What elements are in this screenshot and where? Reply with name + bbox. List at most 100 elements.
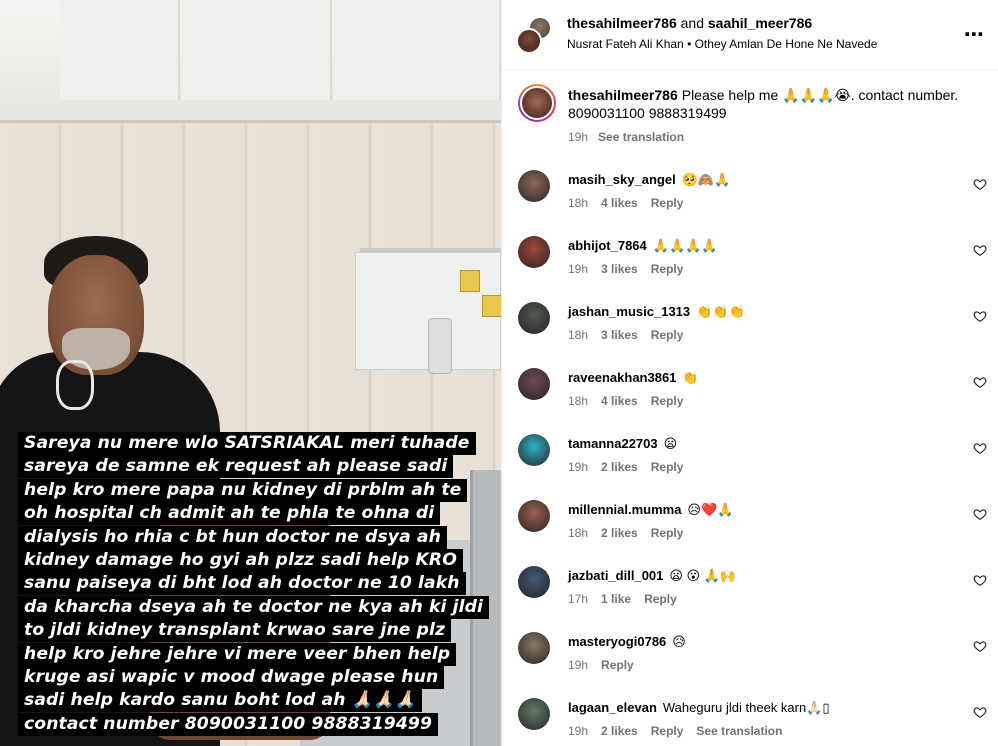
comment-timestamp: 19h: [568, 262, 589, 276]
comment-text: 😥❤️🙏: [687, 502, 734, 517]
more-options-icon[interactable]: ⋯: [964, 22, 985, 47]
comment-row: jazbati_dill_001 😦 😮 🙏🙌 17h 1 like Reply: [502, 564, 998, 630]
neck-tube: [56, 360, 94, 410]
heart-icon[interactable]: [973, 243, 987, 257]
caption-line: Sareya nu mere wlo SATSRIAKAL meri tuhad…: [18, 432, 476, 455]
comment-likes[interactable]: 2 likes: [601, 460, 638, 474]
caption-line: kidney damage ho gyi ah plzz sadi help K…: [18, 548, 463, 572]
comment-username[interactable]: masteryogi0786: [568, 634, 666, 649]
timestamp: 19h: [568, 130, 589, 144]
comment-username[interactable]: masih_sky_angel: [568, 172, 676, 187]
comment-likes[interactable]: 4 likes: [601, 394, 638, 408]
heart-icon[interactable]: [973, 309, 987, 323]
heart-icon[interactable]: [973, 507, 987, 521]
heart-icon[interactable]: [973, 441, 987, 455]
collab-avatars[interactable]: [516, 16, 554, 54]
avatar[interactable]: [518, 434, 550, 466]
post-side-panel: thesahilmeer786 and saahil_meer786 Nusra…: [501, 0, 998, 746]
caption-line: sadi help kardo sanu boht lod ah 🙏🏻🙏🏻🙏🏻: [18, 689, 423, 713]
comment-likes[interactable]: 3 likes: [601, 328, 638, 342]
caption-line: help kro jehre jehre vi mere veer bhen h…: [18, 642, 457, 666]
caption-line: sanu paiseya di bht lod ah doctor ne 10 …: [18, 572, 466, 596]
avatar[interactable]: [518, 500, 550, 532]
heart-icon[interactable]: [973, 375, 987, 389]
reply-button[interactable]: Reply: [651, 460, 684, 474]
reply-button[interactable]: Reply: [601, 658, 634, 672]
post-authors: thesahilmeer786 and saahil_meer786: [567, 15, 812, 31]
caption-text: thesahilmeer786 Please help me 🙏🙏🙏😭. cont…: [568, 86, 988, 122]
reply-button[interactable]: Reply: [651, 196, 684, 210]
post-header: thesahilmeer786 and saahil_meer786 Nusra…: [502, 0, 998, 70]
comment-username[interactable]: jazbati_dill_001: [568, 568, 663, 583]
comment-likes[interactable]: 1 like: [601, 592, 631, 606]
reply-button[interactable]: Reply: [644, 592, 677, 606]
see-translation-link[interactable]: See translation: [598, 130, 684, 144]
avatar[interactable]: [518, 302, 550, 334]
audio-link[interactable]: Nusrat Fateh Ali Khan • Othey Amlan De H…: [567, 37, 877, 51]
avatar[interactable]: [518, 566, 550, 598]
avatar[interactable]: [518, 170, 550, 202]
heart-icon[interactable]: [973, 705, 987, 719]
comment-text: 😦: [663, 436, 678, 451]
caption-line: to jldi kidney transplant krwao sare jne…: [18, 619, 452, 643]
caption-line: help kro mere papa nu kidney di prblm ah…: [18, 478, 468, 502]
reply-button[interactable]: Reply: [651, 262, 684, 276]
comment-row: tamanna22703 😦 19h 2 likes Reply: [502, 432, 998, 498]
author-link[interactable]: saahil_meer786: [708, 15, 812, 31]
avatar[interactable]: [518, 84, 556, 122]
media-caption: Sareya nu mere wlo SATSRIAKAL meri tuhad…: [18, 432, 489, 736]
post-media[interactable]: Sareya nu mere wlo SATSRIAKAL meri tuhad…: [0, 0, 501, 746]
comment-likes[interactable]: 2 likes: [601, 526, 638, 540]
comment-meta: 18h 2 likes Reply: [568, 526, 696, 540]
comment-timestamp: 18h: [568, 394, 589, 408]
avatar[interactable]: [516, 28, 542, 54]
caption-meta: 19h See translation: [568, 130, 694, 144]
comment-meta: 18h 4 likes Reply: [568, 394, 696, 408]
comment-meta: 17h 1 like Reply: [568, 592, 690, 606]
avatar[interactable]: [518, 236, 550, 268]
avatar[interactable]: [518, 368, 550, 400]
see-translation-link[interactable]: See translation: [696, 724, 782, 738]
author-link[interactable]: thesahilmeer786: [567, 15, 677, 31]
heart-icon[interactable]: [973, 639, 987, 653]
comment-timestamp: 17h: [568, 592, 589, 606]
comment-likes[interactable]: 2 likes: [601, 724, 638, 738]
caption-line: oh hospital ch admit ah te phla te ohna …: [18, 502, 441, 526]
comment-username[interactable]: raveenakhan3861: [568, 370, 676, 385]
comment-text: 😦 😮 🙏🙌: [669, 568, 737, 583]
ceiling: [0, 0, 501, 120]
comment-text: 👏: [682, 370, 699, 385]
reply-button[interactable]: Reply: [651, 328, 684, 342]
comment-username[interactable]: abhijot_7864: [568, 238, 647, 253]
comment-text: 🥺🙈🙏: [681, 172, 731, 187]
reply-button[interactable]: Reply: [651, 724, 684, 738]
username-link[interactable]: thesahilmeer786: [568, 87, 678, 103]
comment-row: masih_sky_angel 🥺🙈🙏 18h 4 likes Reply: [502, 168, 998, 234]
comment-username[interactable]: millennial.mumma: [568, 502, 681, 517]
avatar[interactable]: [518, 698, 550, 730]
caption-line: dialysis ho rhia c bt hun doctor ne dsya…: [18, 525, 447, 549]
outlet: [482, 295, 501, 317]
comment-timestamp: 19h: [568, 724, 589, 738]
comment-text: Waheguru jldi theek karn🙏🏻▯: [662, 700, 830, 715]
caption-line: sareya de samne ek request ah please sad…: [18, 455, 454, 479]
comment-row: millennial.mumma 😥❤️🙏 18h 2 likes Reply: [502, 498, 998, 564]
caption-line: kruge asi wapic v mood dwage please hun: [18, 665, 445, 689]
avatar[interactable]: [518, 632, 550, 664]
heart-icon[interactable]: [973, 177, 987, 191]
comment-meta: 19h 3 likes Reply: [568, 262, 696, 276]
reply-button[interactable]: Reply: [651, 394, 684, 408]
reply-button[interactable]: Reply: [651, 526, 684, 540]
comment-timestamp: 19h: [568, 658, 589, 672]
comment-likes[interactable]: 4 likes: [601, 196, 638, 210]
comment-likes[interactable]: 3 likes: [601, 262, 638, 276]
comment-text: 👏👏👏: [696, 304, 745, 319]
comment-meta: 19h 2 likes Reply See translation: [568, 724, 795, 738]
comment-username[interactable]: jashan_music_1313: [568, 304, 690, 319]
comment-username[interactable]: tamanna22703: [568, 436, 658, 451]
heart-icon[interactable]: [973, 573, 987, 587]
comment-username[interactable]: lagaan_elevan: [568, 700, 657, 715]
outlet: [460, 270, 480, 292]
caption-line: contact number 8090031100 9888319499: [18, 712, 439, 736]
comment-row: raveenakhan3861 👏 18h 4 likes Reply: [502, 366, 998, 432]
